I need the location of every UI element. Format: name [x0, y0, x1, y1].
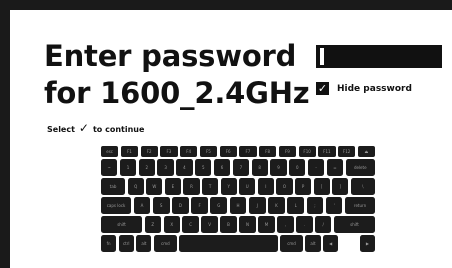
return-key[interactable]: return — [344, 197, 376, 214]
delete-key[interactable]: delete — [345, 159, 375, 176]
key[interactable]: A — [133, 197, 151, 214]
key[interactable]: esc — [101, 146, 119, 157]
text-cursor — [320, 48, 324, 65]
key[interactable]: ' — [325, 197, 343, 214]
keyboard-row-qwerty: tab Q W E R T Y U I O P [ ] \ — [101, 178, 375, 195]
key[interactable]: F6 — [219, 146, 237, 157]
key[interactable]: H — [229, 197, 247, 214]
arrow-right-key[interactable]: ▶ — [359, 235, 376, 252]
key[interactable]: K — [268, 197, 285, 214]
key[interactable]: [ — [313, 178, 330, 195]
tab-key[interactable]: tab — [101, 178, 126, 195]
key[interactable]: 8 — [251, 159, 268, 176]
key[interactable]: 2 — [138, 159, 155, 176]
eject-key[interactable]: ⏏ — [357, 146, 375, 157]
key[interactable]: J — [248, 197, 266, 214]
key[interactable]: F5 — [199, 146, 217, 157]
alt-key-right[interactable]: alt — [305, 235, 321, 252]
key[interactable]: 9 — [270, 159, 287, 176]
key[interactable]: O — [276, 178, 293, 195]
key[interactable]: 5 — [195, 159, 212, 176]
instruction-text: Select ✓ to continue — [47, 120, 145, 135]
key[interactable]: T — [202, 178, 219, 195]
key[interactable]: 4 — [176, 159, 193, 176]
key[interactable]: B — [220, 216, 237, 233]
title-line-1: Enter password — [44, 39, 297, 73]
key[interactable]: 6 — [213, 159, 231, 176]
key[interactable]: 1 — [119, 159, 137, 176]
key[interactable]: V — [201, 216, 218, 233]
arrow-left-key[interactable]: ◀ — [323, 235, 339, 252]
key[interactable]: Q — [127, 178, 144, 195]
key[interactable]: R — [183, 178, 200, 195]
checkbox-checked-icon[interactable]: ✓ — [316, 82, 329, 95]
key[interactable]: X — [163, 216, 180, 233]
key[interactable]: ] — [332, 178, 349, 195]
hide-password-toggle[interactable]: ✓ Hide password — [316, 82, 412, 95]
shift-key-right[interactable]: shift — [333, 216, 376, 233]
key[interactable]: . — [296, 216, 313, 233]
key[interactable]: F11 — [318, 146, 336, 157]
space-bar[interactable] — [179, 235, 278, 252]
key[interactable]: F8 — [259, 146, 277, 157]
key[interactable]: F2 — [140, 146, 158, 157]
checkmark-icon: ✓ — [78, 120, 89, 135]
key[interactable]: \ — [350, 178, 375, 195]
key[interactable]: G — [210, 197, 228, 214]
key[interactable]: , — [277, 216, 294, 233]
key[interactable]: E — [164, 178, 181, 195]
keyboard-row-home: caps lock A S D F G H J K L ; ' return — [101, 197, 376, 214]
key[interactable]: F1 — [120, 146, 138, 157]
key[interactable]: C — [182, 216, 199, 233]
key[interactable]: ~ — [101, 159, 118, 176]
key[interactable]: Y — [220, 178, 237, 195]
key[interactable]: F — [191, 197, 208, 214]
caps-lock-key[interactable]: caps lock — [101, 197, 132, 214]
cmd-key-left[interactable]: cmd — [153, 235, 177, 252]
alt-key[interactable]: alt — [136, 235, 152, 252]
key[interactable]: U — [239, 178, 256, 195]
key[interactable]: 7 — [232, 159, 249, 176]
key[interactable]: F10 — [298, 146, 316, 157]
key[interactable]: P — [295, 178, 312, 195]
arrow-up-down-keys — [341, 235, 358, 252]
key[interactable]: W — [146, 178, 163, 195]
key[interactable]: = — [326, 159, 344, 176]
cmd-key-right[interactable]: cmd — [280, 235, 303, 252]
keyboard-row-bottom: fn ctrl alt cmd cmd alt ◀ ▶ — [101, 235, 376, 252]
key[interactable]: I — [257, 178, 274, 195]
key[interactable]: F4 — [180, 146, 198, 157]
instruction-before: Select — [47, 125, 75, 134]
password-input[interactable] — [316, 45, 442, 68]
title-line-2: for 1600_2.4GHz — [44, 76, 310, 110]
key[interactable]: S — [152, 197, 170, 214]
instruction-after: to continue — [92, 125, 145, 134]
key[interactable]: N — [239, 216, 256, 233]
fn-key[interactable]: fn — [101, 235, 117, 252]
key[interactable]: F7 — [239, 146, 257, 157]
page-title: Enter password for 1600_2.4GHz — [44, 38, 310, 112]
key[interactable]: - — [307, 159, 325, 176]
key[interactable]: M — [258, 216, 275, 233]
shift-key-left[interactable]: shift — [101, 216, 143, 233]
key[interactable]: Z — [144, 216, 162, 233]
ctrl-key[interactable]: ctrl — [118, 235, 134, 252]
key[interactable]: F3 — [160, 146, 178, 157]
key[interactable]: F12 — [338, 146, 356, 157]
key[interactable]: 0 — [289, 159, 306, 176]
top-border-bar — [0, 0, 452, 10]
key[interactable]: F9 — [278, 146, 296, 157]
key[interactable]: ; — [306, 197, 324, 214]
keyboard-row-function: esc F1 F2 F3 F4 F5 F6 F7 F8 F9 F10 F11 F… — [101, 146, 375, 157]
hide-password-label: Hide password — [337, 83, 412, 94]
keyboard-row-shift: shift Z X C V B N M , . / shift — [101, 216, 376, 233]
key[interactable]: D — [172, 197, 189, 214]
key[interactable]: L — [287, 197, 305, 214]
left-border-bar — [0, 0, 10, 268]
key[interactable]: 3 — [157, 159, 174, 176]
keyboard-row-numbers: ~ 1 2 3 4 5 6 7 8 9 0 - = delete — [101, 159, 375, 176]
key[interactable]: / — [315, 216, 332, 233]
on-screen-keyboard: esc F1 F2 F3 F4 F5 F6 F7 F8 F9 F10 F11 F… — [101, 146, 376, 254]
